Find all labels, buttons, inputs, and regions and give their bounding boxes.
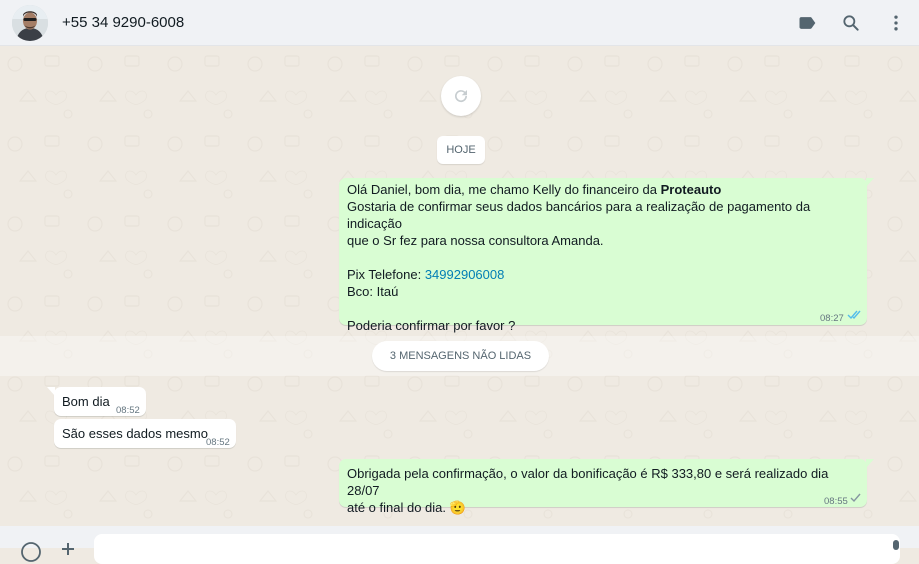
bank-line: Bco: Itaú (347, 284, 399, 299)
message-time: 08:52 (116, 405, 140, 416)
message-line: Poderia confirmar por favor ? (347, 318, 516, 333)
message-line: Olá Daniel, bom dia, me chamo Kelly do f… (347, 182, 661, 197)
composer-bar (0, 526, 919, 564)
message-time: 08:55 (824, 496, 848, 507)
contact-name[interactable]: +55 34 9290-6008 (62, 14, 184, 31)
emoji-icon[interactable] (20, 541, 42, 563)
contact-avatar[interactable] (12, 5, 48, 41)
message-text: Bom dia (62, 394, 110, 409)
message-time: 08:27 (820, 313, 844, 324)
label-icon[interactable] (795, 11, 819, 35)
double-check-delivered-icon (850, 493, 861, 503)
load-older-messages-button[interactable] (441, 76, 481, 116)
pix-label: Pix Telefone: (347, 267, 425, 282)
message-text: São esses dados mesmo (62, 426, 208, 441)
phone-link[interactable]: 34992906008 (425, 267, 505, 282)
menu-dots-icon[interactable] (884, 11, 908, 35)
message-text: Obrigada pela confirmação, o valor da bo… (347, 465, 862, 516)
message-time: 08:52 (206, 437, 230, 448)
company-name: Proteauto (660, 182, 722, 197)
bubble-tail (866, 459, 874, 468)
message-text: Olá Daniel, bom dia, me chamo Kelly do f… (347, 181, 862, 334)
message-bubble-outgoing[interactable]: Olá Daniel, bom dia, me chamo Kelly do f… (339, 178, 874, 333)
bubble-tail (47, 387, 55, 396)
message-bubble-incoming[interactable]: São esses dados mesmo 08:52 (54, 419, 236, 448)
message-bubble-incoming[interactable]: Bom dia 08:52 (47, 387, 146, 416)
message-bubble-outgoing[interactable]: Obrigada pela confirmação, o valor da bo… (339, 459, 874, 515)
date-separator: HOJE (437, 136, 485, 164)
bubble-tail (866, 178, 874, 187)
search-icon[interactable] (839, 11, 863, 35)
attach-plus-icon[interactable] (60, 541, 76, 557)
chat-header: +55 34 9290-6008 (0, 0, 919, 46)
message-line: Gostaria de confirmar seus dados bancári… (347, 199, 811, 231)
message-line: até o final do dia. 🫡 (347, 500, 466, 515)
conversation-panel[interactable]: HOJE Olá Daniel, bom dia, me chamo Kelly… (0, 46, 919, 526)
message-line: Obrigada pela confirmação, o valor da bo… (347, 466, 829, 498)
microphone-icon[interactable] (890, 540, 902, 552)
message-line: que o Sr fez para nossa consultora Amand… (347, 233, 604, 248)
double-check-read-icon (847, 310, 861, 320)
unread-messages-badge: 3 MENSAGENS NÃO LIDAS (372, 341, 549, 371)
refresh-icon (455, 90, 468, 103)
message-input[interactable] (94, 534, 900, 564)
